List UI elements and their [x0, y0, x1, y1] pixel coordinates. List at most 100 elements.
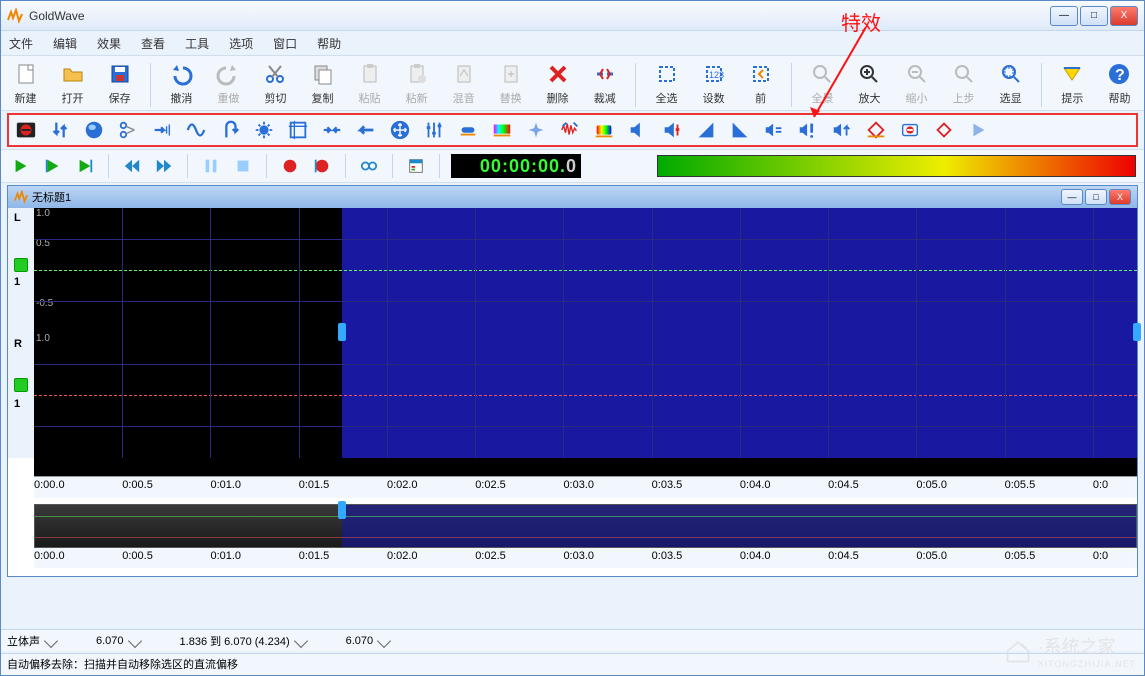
cut-button[interactable]: 剪切 [257, 60, 294, 110]
minimize-button[interactable]: — [1050, 6, 1078, 26]
duration-field[interactable]: 6.070 [96, 635, 140, 647]
menu-tool[interactable]: 工具 [185, 35, 209, 52]
close-button[interactable]: X [1110, 6, 1138, 26]
fx-expand-button[interactable] [319, 117, 345, 143]
doc-maximize-button[interactable]: □ [1085, 189, 1107, 205]
selection-field[interactable]: 1.836 到 6.070 (4.234) [180, 633, 306, 649]
redo-button[interactable]: 重做 [210, 60, 247, 110]
doc-minimize-button[interactable]: — [1061, 189, 1083, 205]
fx-stop-button[interactable] [897, 117, 923, 143]
fx-rainbow-button[interactable] [591, 117, 617, 143]
play-button[interactable] [9, 154, 33, 178]
tips-button[interactable]: 提示 [1054, 60, 1091, 110]
fx-cue-button[interactable] [863, 117, 889, 143]
menu-view[interactable]: 查看 [141, 35, 165, 52]
swap-vertical-icon [49, 119, 71, 141]
undo-button[interactable]: 撤消 [163, 60, 200, 110]
fx-fadeout-button[interactable] [727, 117, 753, 143]
left-channel-checkbox[interactable] [14, 258, 28, 272]
props-button[interactable] [404, 154, 428, 178]
app-window: GoldWave — □ X 文件 编辑 效果 查看 工具 选项 窗口 帮助 新… [0, 0, 1145, 676]
stop-button[interactable] [231, 154, 255, 178]
record-button[interactable] [278, 154, 302, 178]
save-button[interactable]: 保存 [101, 60, 138, 110]
fx-compressor-button[interactable] [251, 117, 277, 143]
titlebar[interactable]: GoldWave — □ X [1, 1, 1144, 31]
menu-option[interactable]: 选项 [229, 35, 253, 52]
menu-edit[interactable]: 编辑 [53, 35, 77, 52]
copy-button[interactable]: 复制 [304, 60, 341, 110]
findzoom-button[interactable]: 选显 [992, 60, 1029, 110]
doc-close-button[interactable]: X [1109, 189, 1131, 205]
fx-gain-button[interactable] [659, 117, 685, 143]
rewind-button[interactable] [120, 154, 144, 178]
fx-spectrum-button[interactable] [489, 117, 515, 143]
fx-flanger-button[interactable] [183, 117, 209, 143]
channels-field[interactable]: 立体声 [7, 633, 56, 649]
trim-button[interactable]: 裁减 [586, 60, 623, 110]
fx-equalizer-button[interactable] [285, 117, 311, 143]
mix-button[interactable]: 混音 [445, 60, 482, 110]
loop-button[interactable] [357, 154, 381, 178]
undo-icon [167, 60, 195, 88]
selection-end-handle[interactable] [1133, 323, 1141, 341]
fx-pitch-button[interactable] [387, 117, 413, 143]
fx-doppler-button[interactable] [81, 117, 107, 143]
right-channel-checkbox[interactable] [14, 378, 28, 392]
maximize-button[interactable]: □ [1080, 6, 1108, 26]
fx-volume-button[interactable] [625, 117, 651, 143]
waveform-canvas[interactable]: 1.0 0.5 -0.5 1.0 [34, 208, 1137, 458]
delete-button[interactable]: 删除 [539, 60, 576, 110]
menu-effect[interactable]: 效果 [97, 35, 121, 52]
fx-swap-channels-button[interactable] [47, 117, 73, 143]
fx-parameq-button[interactable] [421, 117, 447, 143]
play3-button[interactable] [73, 154, 97, 178]
open-button[interactable]: 打开 [54, 60, 91, 110]
menu-help[interactable]: 帮助 [317, 35, 341, 52]
selall-button[interactable]: 全选 [648, 60, 685, 110]
pastenew-button[interactable]: 粘新 [398, 60, 435, 110]
fit-button[interactable]: 全景 [804, 60, 841, 110]
play2-button[interactable] [41, 154, 65, 178]
menu-window[interactable]: 窗口 [273, 35, 297, 52]
paste-button[interactable]: 粘贴 [351, 60, 388, 110]
fx-diamond2-button[interactable] [931, 117, 957, 143]
fx-echo-button[interactable] [149, 117, 175, 143]
fx-censor-button[interactable] [13, 117, 39, 143]
fx-fadein-button[interactable] [693, 117, 719, 143]
doc-titlebar[interactable]: 无标题1 — □ X [8, 186, 1137, 208]
fx-back-button[interactable] [353, 117, 379, 143]
fx-normalize-button[interactable] [829, 117, 855, 143]
forward-button[interactable] [152, 154, 176, 178]
overview-start-handle[interactable] [338, 501, 346, 519]
setsel-button[interactable]: 123设数 [695, 60, 732, 110]
overview-strip[interactable] [34, 504, 1137, 548]
fx-mute-button[interactable] [761, 117, 787, 143]
selection-start-handle[interactable] [338, 323, 346, 341]
amp-label: 1.0 [36, 333, 50, 344]
fx-maximize-button[interactable] [795, 117, 821, 143]
position-field[interactable]: 6.070 [346, 635, 390, 647]
help-button[interactable]: ?帮助 [1101, 60, 1138, 110]
fx-tri-button[interactable] [965, 117, 991, 143]
fx-shape-button[interactable] [455, 117, 481, 143]
fx-silence-button[interactable] [523, 117, 549, 143]
fx-wavefx-button[interactable] [557, 117, 583, 143]
record2-button[interactable] [310, 154, 334, 178]
fx-reverse-button[interactable] [217, 117, 243, 143]
prev-button[interactable]: 前 [742, 60, 779, 110]
dropdown-icon [127, 633, 141, 647]
overview-ruler[interactable]: 0:00.0 0:00.5 0:01.0 0:01.5 0:02.0 0:02.… [34, 548, 1137, 568]
fx-dynamics-button[interactable] [115, 117, 141, 143]
new-button[interactable]: 新建 [7, 60, 44, 110]
zoomin-button[interactable]: 放大 [851, 60, 888, 110]
waveform-area[interactable]: L 1 R 1 1.0 0.5 -0.5 [8, 208, 1137, 458]
overview-selection[interactable] [342, 505, 1136, 547]
pause-button[interactable] [199, 154, 223, 178]
separator [392, 154, 393, 178]
zoomout-button[interactable]: 缩小 [898, 60, 935, 110]
menu-file[interactable]: 文件 [9, 35, 33, 52]
timeline-ruler[interactable]: 0:00.0 0:00.5 0:01.0 0:01.5 0:02.0 0:02.… [34, 476, 1137, 498]
zoomsel-button[interactable]: 上步 [945, 60, 982, 110]
replace-button[interactable]: 替换 [492, 60, 529, 110]
